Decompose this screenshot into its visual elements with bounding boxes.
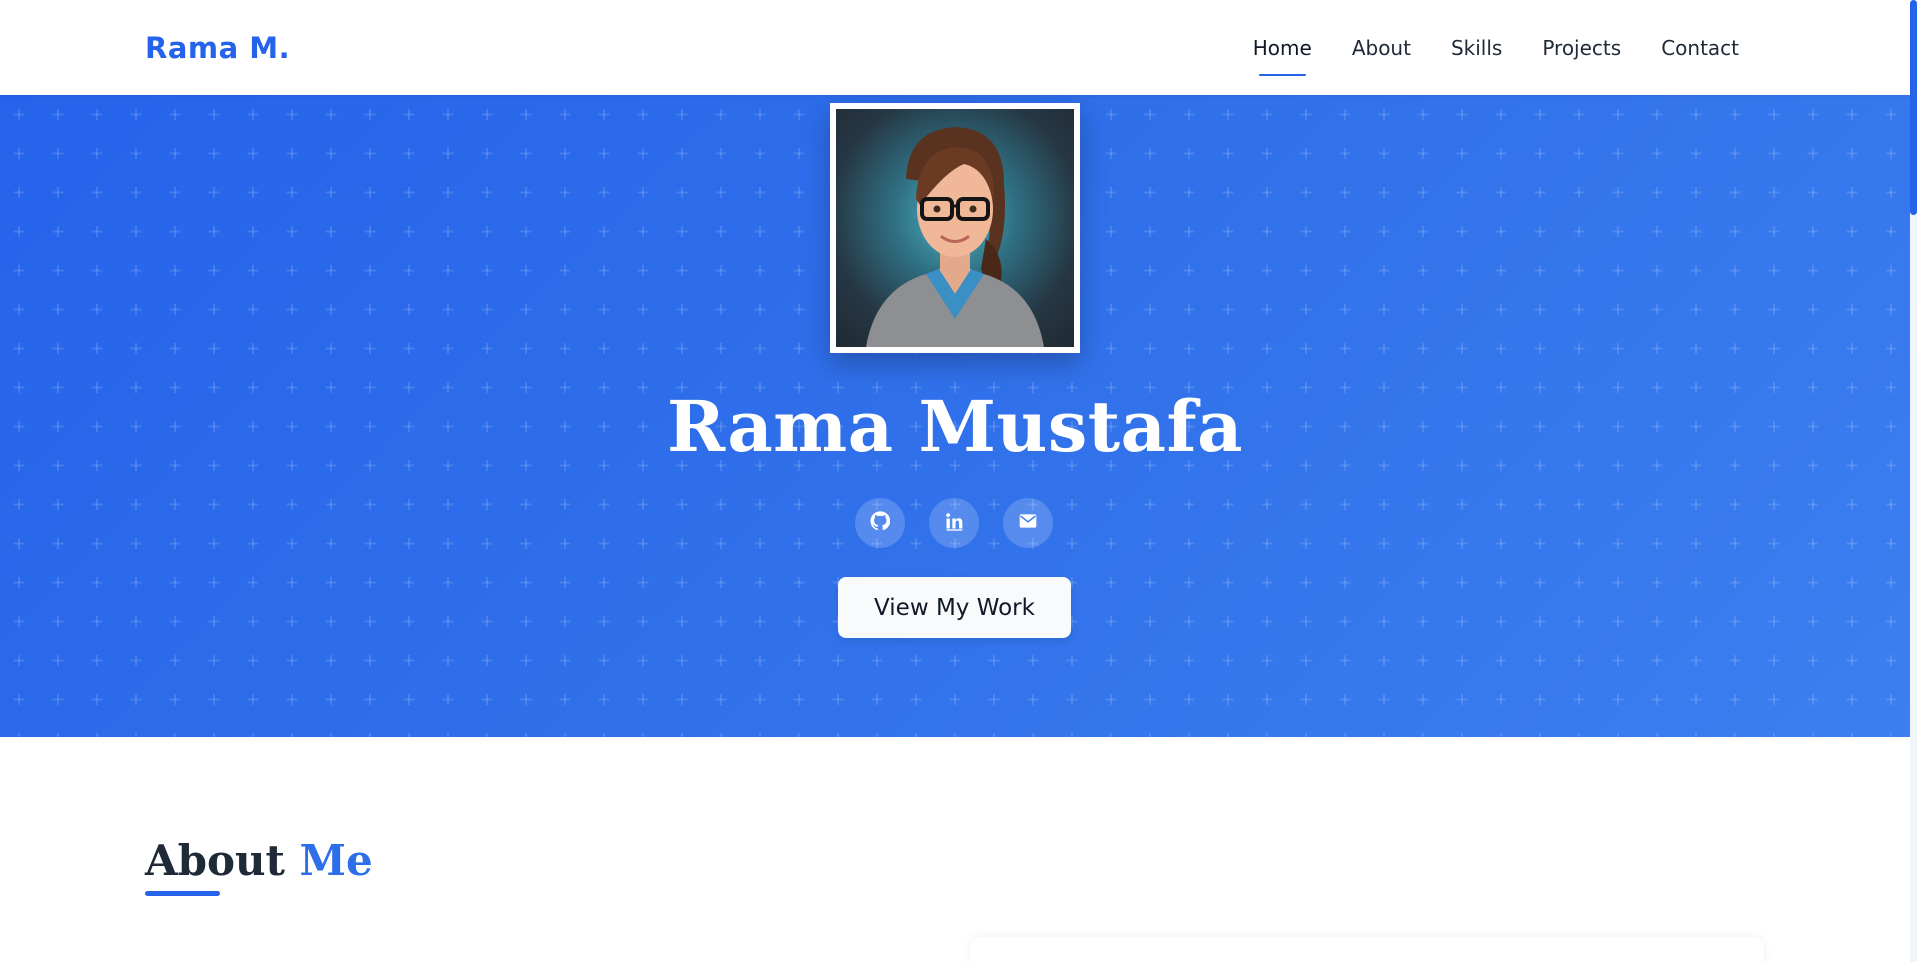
linkedin-icon xyxy=(944,511,964,536)
avatar xyxy=(836,109,1074,347)
navbar: Rama M. Home About Skills Projects Conta… xyxy=(0,0,1910,95)
envelope-icon xyxy=(1018,511,1038,536)
brand-logo[interactable]: Rama M. xyxy=(145,31,290,65)
linkedin-link[interactable] xyxy=(929,498,979,548)
about-title-main: About xyxy=(145,836,285,885)
view-my-work-button[interactable]: View My Work xyxy=(838,577,1071,638)
nav-item-contact[interactable]: Contact xyxy=(1661,30,1739,66)
email-link[interactable] xyxy=(1003,498,1053,548)
social-links xyxy=(0,498,1910,548)
nav-links: Home About Skills Projects Contact xyxy=(1253,30,1739,76)
scrollbar[interactable] xyxy=(1910,0,1917,962)
nav-item-skills[interactable]: Skills xyxy=(1451,30,1502,66)
scrollbar-thumb[interactable] xyxy=(1910,0,1917,215)
nav-item-projects[interactable]: Projects xyxy=(1542,30,1621,66)
about-title: About Me xyxy=(145,836,373,885)
avatar-illustration xyxy=(866,127,1044,347)
about-title-underline xyxy=(145,891,220,896)
nav-item-home[interactable]: Home xyxy=(1253,30,1312,76)
nav-item-about[interactable]: About xyxy=(1352,30,1411,66)
hero-name: Rama Mustafa xyxy=(667,385,1243,468)
github-link[interactable] xyxy=(855,498,905,548)
hero-section: Rama Mustafa View My Work xyxy=(0,95,1910,737)
about-card xyxy=(970,937,1764,962)
about-title-accent: Me xyxy=(299,836,373,885)
github-icon xyxy=(870,510,891,536)
avatar-frame xyxy=(830,103,1080,353)
